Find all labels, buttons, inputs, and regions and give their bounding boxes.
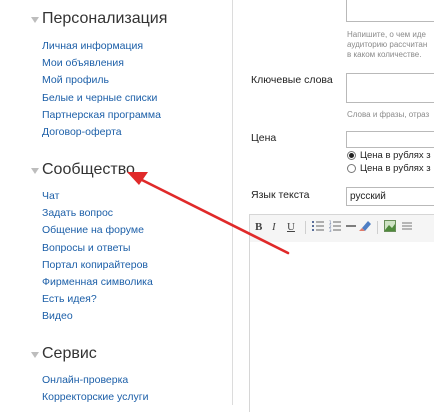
price-input[interactable]	[346, 131, 434, 148]
keywords-label: Ключевые слова	[251, 74, 333, 86]
language-select[interactable]: русский	[346, 187, 434, 206]
personalization-links: Личная информация Мои объявления Мой про…	[42, 38, 161, 141]
underline-button[interactable]: U	[287, 221, 295, 233]
link-video[interactable]: Видео	[42, 310, 73, 322]
community-links: Чат Задать вопрос Общение на форуме Вопр…	[42, 188, 153, 326]
section-header-service: Сервис	[31, 343, 97, 365]
link-have-idea[interactable]: Есть идея?	[42, 293, 97, 305]
link-white-black-lists[interactable]: Белые и черные списки	[42, 92, 157, 104]
keywords-input[interactable]	[346, 73, 434, 103]
collapse-triangle-icon[interactable]	[31, 351, 39, 358]
link-brand-symbols[interactable]: Фирменная символика	[42, 276, 153, 288]
link-ask-question[interactable]: Задать вопрос	[42, 207, 113, 219]
link-chat[interactable]: Чат	[42, 190, 59, 202]
eraser-icon[interactable]	[359, 219, 371, 235]
horizontal-rule-icon[interactable]	[346, 220, 356, 235]
toolbar-separator	[377, 221, 378, 234]
collapse-triangle-icon[interactable]	[31, 16, 39, 23]
link-my-ads[interactable]: Мои объявления	[42, 57, 124, 69]
section-title: Персонализация	[42, 10, 168, 27]
image-icon[interactable]	[384, 220, 396, 235]
section-header-community: Сообщество	[31, 159, 135, 181]
section-header-personalization: Персонализация	[31, 8, 167, 30]
link-my-profile[interactable]: Мой профиль	[42, 74, 109, 86]
price-label: Цена	[251, 132, 277, 144]
description-hint-line3: в каком количестве.	[347, 50, 422, 59]
description-hint-line1: Напишите, о чем иде	[347, 30, 426, 39]
order-form: Напишите, о чем иде аудиторию рассчитан …	[233, 0, 434, 412]
price-option-2-label: Цена в рублях з	[360, 163, 431, 174]
toolbar-separator	[305, 221, 306, 234]
price-option-2[interactable]: Цена в рублях з	[347, 163, 431, 174]
link-qa[interactable]: Вопросы и ответы	[42, 242, 130, 254]
keywords-hint: Слова и фразы, отраз	[347, 110, 430, 119]
italic-button[interactable]: I	[272, 221, 276, 233]
link-online-check[interactable]: Онлайн-проверка	[42, 374, 128, 386]
link-offer-agreement[interactable]: Договор-оферта	[42, 126, 122, 138]
link-proofreading[interactable]: Корректорские услуги	[42, 391, 148, 403]
bold-button[interactable]: B	[255, 221, 262, 233]
section-title: Сообщество	[42, 161, 135, 178]
bulleted-list-icon[interactable]	[312, 220, 324, 235]
svg-text:3: 3	[329, 228, 332, 232]
link-personal-info[interactable]: Личная информация	[42, 40, 143, 52]
service-links: Онлайн-проверка Корректорские услуги	[42, 372, 148, 406]
price-option-1[interactable]: Цена в рублях з	[347, 150, 431, 161]
description-hint-line2: аудиторию рассчитан	[347, 40, 428, 49]
description-textarea[interactable]	[346, 0, 434, 22]
link-forum[interactable]: Общение на форуме	[42, 224, 144, 236]
numbered-list-icon[interactable]: 123	[329, 220, 341, 235]
link-copywriter-portal[interactable]: Портал копирайтеров	[42, 259, 148, 271]
editor-toolbar: B I U 123	[249, 214, 434, 242]
more-tools-icon[interactable]	[402, 220, 412, 235]
collapse-triangle-icon[interactable]	[31, 167, 39, 174]
editor-content-area[interactable]	[249, 242, 434, 412]
language-label: Язык текста	[251, 189, 310, 201]
section-title: Сервис	[42, 345, 97, 362]
radio-button-checked[interactable]	[347, 151, 356, 160]
radio-button[interactable]	[347, 164, 356, 173]
price-option-1-label: Цена в рублях з	[360, 150, 431, 161]
sidebar: Персонализация Личная информация Мои объ…	[0, 0, 232, 405]
link-partner-program[interactable]: Партнерская программа	[42, 109, 161, 121]
